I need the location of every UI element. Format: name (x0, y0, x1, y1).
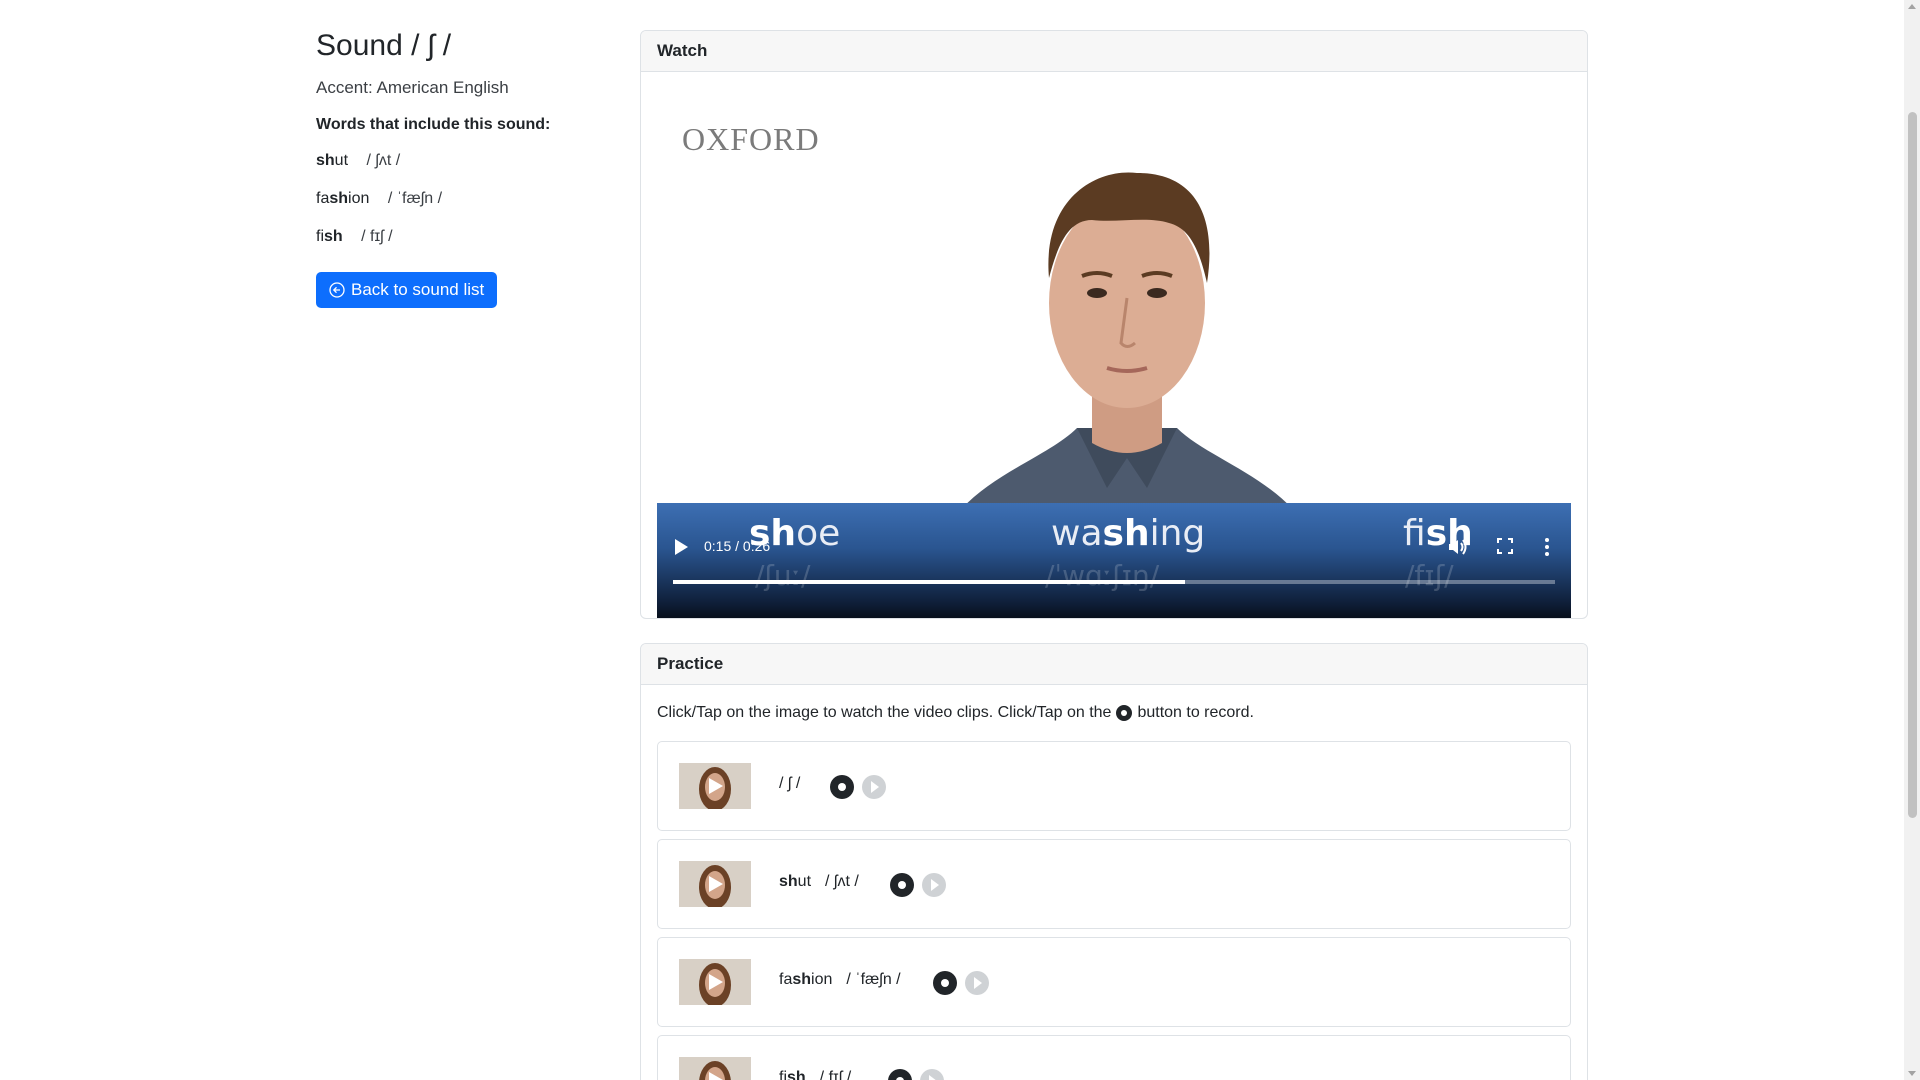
practice-row: fish / fɪʃ / (657, 1035, 1571, 1080)
back-to-sound-list-button[interactable]: Back to sound list (316, 272, 498, 308)
sound-info-panel: Sound / ʃ / Accent: American English Wor… (316, 26, 606, 308)
row-word: fashion / ˈfæʃn / (779, 971, 901, 989)
word-post: ut (334, 152, 349, 169)
row-word: fish / fɪʃ / (779, 1069, 851, 1080)
arrow-left-circle-icon (329, 282, 345, 298)
presenter-thumbnail-icon (679, 861, 751, 907)
row-ipa: / ˈfæʃn / (846, 971, 901, 988)
video-progress-fill (673, 580, 1185, 584)
record-button[interactable] (830, 775, 854, 799)
row-word-text: shut (779, 873, 812, 890)
word-ipa: / fɪʃ / (361, 228, 393, 245)
back-button-label: Back to sound list (351, 280, 485, 299)
presenter-thumbnail-icon (679, 763, 751, 809)
practice-instructions: Click/Tap on the image to watch the vide… (657, 704, 1254, 722)
clip-thumbnail[interactable] (679, 959, 751, 1005)
presenter-image (947, 172, 1307, 528)
practice-row: / ʃ / (657, 741, 1571, 831)
word-highlight: sh (324, 228, 343, 245)
record-button[interactable] (933, 971, 957, 995)
play-icon[interactable] (673, 538, 689, 556)
play-recording-button[interactable] (965, 971, 989, 995)
word-pre: fa (316, 190, 330, 207)
practice-card: Practice Click/Tap on the image to watch… (640, 643, 1588, 1080)
scroll-up-arrow-icon[interactable] (1908, 4, 1916, 9)
presenter-thumbnail-icon (679, 1057, 751, 1080)
word-example: fish / fɪʃ / (316, 228, 606, 246)
record-button[interactable] (890, 873, 914, 897)
video-controls: 0:15 / 0:26 (657, 528, 1571, 568)
record-button[interactable] (888, 1069, 912, 1080)
word-example: fashion / ˈfæʃn / (316, 190, 606, 208)
watch-card: Watch OXFORD shoe washing fish /ʃuː/ /ˈw… (640, 30, 1588, 619)
fullscreen-icon[interactable] (1495, 536, 1515, 556)
practice-row: fashion / ˈfæʃn / (657, 937, 1571, 1027)
video-progress-bar[interactable] (673, 580, 1555, 584)
row-word: shut / ʃʌt / (779, 873, 859, 891)
play-recording-button[interactable] (920, 1069, 944, 1080)
row-ipa: / fɪʃ / (819, 1069, 852, 1080)
row-word-text: fish (779, 1069, 806, 1080)
record-icon (1116, 705, 1133, 721)
word-post: ion (348, 190, 370, 207)
page-scrollbar[interactable] (1904, 0, 1920, 1080)
instruction-text: Click/Tap on the image to watch the vide… (657, 704, 1112, 721)
more-vertical-icon[interactable] (1543, 536, 1551, 558)
page-title: Sound / ʃ / (316, 29, 452, 62)
instruction-text: button to record. (1137, 704, 1254, 721)
accent-label: Accent: American English (316, 78, 509, 97)
word-example: shut / ʃʌt / (316, 152, 606, 170)
volume-icon[interactable] (1446, 536, 1468, 558)
row-ipa: / ʃ / (779, 775, 801, 792)
video-player[interactable]: OXFORD shoe washing fish /ʃuː/ /ˈwɑːʃɪŋ/… (657, 88, 1571, 618)
word-pre: fi (316, 228, 324, 245)
word-ipa: / ˈfæʃn / (387, 190, 443, 207)
word-highlight: sh (316, 152, 335, 169)
practice-row: shut / ʃʌt / (657, 839, 1571, 929)
oxford-logo: OXFORD (682, 121, 820, 157)
watch-header: Watch (641, 31, 1587, 72)
page: Sound / ʃ / Accent: American English Wor… (0, 0, 1904, 1080)
row-word-text: fashion (779, 971, 833, 988)
practice-header: Practice (641, 644, 1587, 685)
clip-thumbnail[interactable] (679, 861, 751, 907)
presenter-thumbnail-icon (679, 959, 751, 1005)
clip-thumbnail[interactable] (679, 763, 751, 809)
play-recording-button[interactable] (862, 775, 886, 799)
scrollbar-thumb[interactable] (1908, 112, 1917, 818)
word-highlight: sh (329, 190, 349, 207)
scroll-down-arrow-icon[interactable] (1908, 1071, 1916, 1076)
words-heading: Words that include this sound: (316, 116, 551, 133)
clip-thumbnail[interactable] (679, 1057, 751, 1080)
row-word: / ʃ / (779, 775, 800, 793)
row-ipa: / ʃʌt / (825, 873, 859, 890)
video-time: 0:15 / 0:26 (704, 538, 771, 554)
play-recording-button[interactable] (922, 873, 946, 897)
word-ipa: / ʃʌt / (366, 152, 401, 169)
